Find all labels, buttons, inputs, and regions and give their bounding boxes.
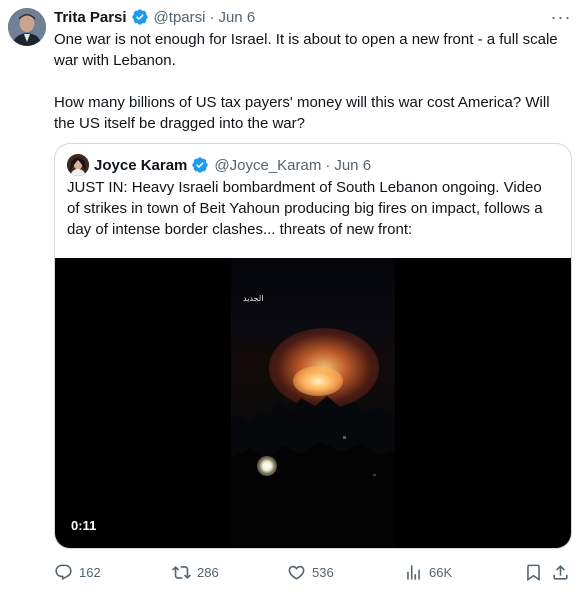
reply-button[interactable]: 162 — [54, 559, 101, 585]
video-frame: الجديد — [231, 258, 395, 548]
tweet-text: One war is not enough for Israel. It is … — [54, 29, 574, 134]
retweet-button[interactable]: 286 — [172, 559, 219, 585]
tweet-date[interactable]: Jun 6 — [218, 9, 255, 26]
author-avatar[interactable] — [8, 8, 46, 46]
share-icon — [553, 564, 568, 580]
quoted-meta-separator: · — [325, 156, 331, 174]
quoted-tweet-header: Joyce Karam @Joyce_Karam · Jun 6 — [67, 154, 571, 176]
views-button[interactable]: 66K — [404, 559, 452, 585]
like-button[interactable]: 536 — [287, 559, 334, 585]
tweet-text-paragraph-1: One war is not enough for Israel. It is … — [54, 31, 558, 69]
like-count: 536 — [312, 564, 334, 580]
more-options-icon[interactable]: ··· — [549, 6, 573, 28]
tweet-content: Trita Parsi @tparsi · Jun 6 ··· One war … — [54, 6, 573, 134]
tweet-actions: 162 286 536 66K — [54, 559, 574, 585]
reply-icon — [55, 564, 72, 580]
video-player[interactable]: الجديد 0:11 — [55, 258, 571, 548]
tweet[interactable]: Trita Parsi @tparsi · Jun 6 ··· One war … — [0, 0, 583, 598]
quoted-tweet[interactable]: Joyce Karam @Joyce_Karam · Jun 6 JUST IN… — [54, 143, 572, 549]
quoted-verified-badge-icon — [192, 157, 209, 173]
tweet-text-paragraph-2: How many billions of US tax payers' mone… — [54, 94, 550, 132]
building-silhouette — [231, 396, 395, 548]
share-button[interactable] — [551, 559, 570, 585]
quoted-tweet-date: Jun 6 — [334, 156, 372, 174]
meta-separator: · — [209, 8, 215, 26]
bookmark-button[interactable] — [524, 559, 543, 585]
bookmark-icon — [527, 564, 540, 581]
tweet-header: Trita Parsi @tparsi · Jun 6 — [54, 6, 573, 28]
quoted-author-avatar — [67, 154, 89, 176]
reply-count: 162 — [79, 564, 101, 580]
heart-icon — [288, 565, 305, 580]
streetlight — [257, 456, 277, 476]
quoted-author-name: Joyce Karam — [94, 156, 188, 174]
quoted-tweet-text: JUST IN: Heavy Israeli bombardment of So… — [67, 179, 543, 238]
verified-badge-icon — [131, 9, 148, 25]
retweet-count: 286 — [197, 564, 219, 580]
analytics-icon — [407, 564, 420, 580]
view-count: 66K — [429, 564, 453, 580]
channel-logo: الجديد — [243, 294, 264, 303]
video-duration: 0:11 — [71, 518, 97, 533]
author-handle[interactable]: @tparsi — [154, 9, 206, 26]
quoted-author-handle: @Joyce_Karam — [214, 156, 322, 174]
author-name[interactable]: Trita Parsi — [54, 9, 127, 26]
retweet-icon — [172, 565, 191, 579]
